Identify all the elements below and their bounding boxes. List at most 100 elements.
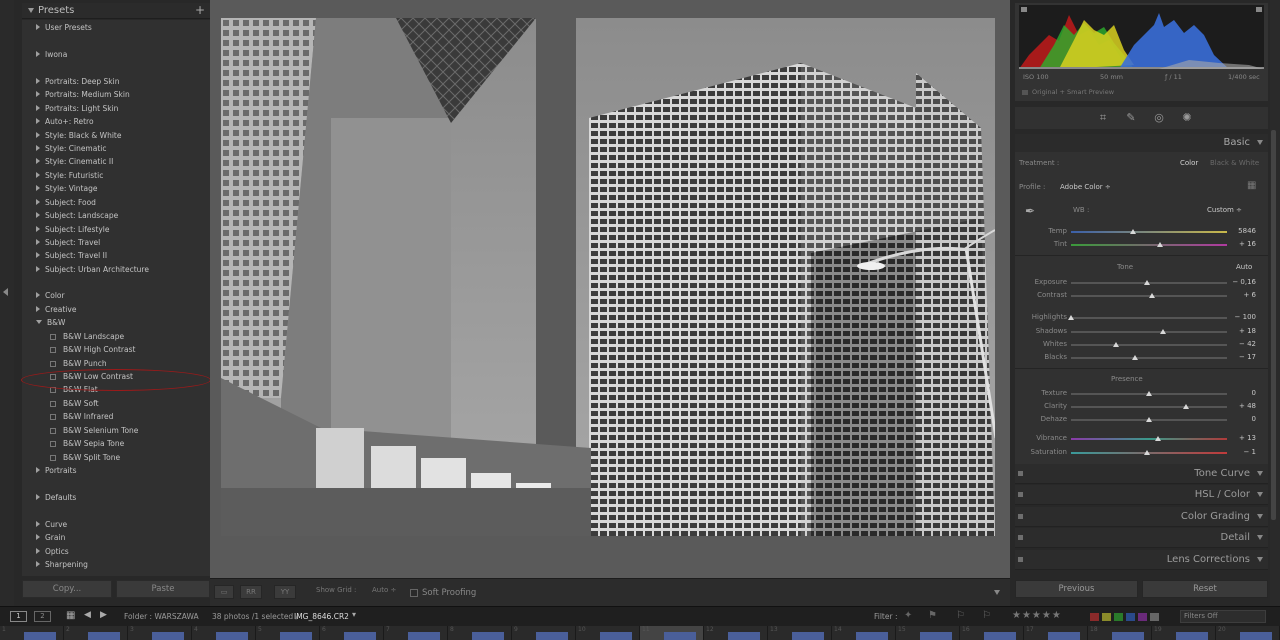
shadow-clipping-icon[interactable] — [1021, 7, 1027, 12]
collapsed-triangle-icon[interactable] — [36, 24, 40, 30]
slider-value[interactable]: 5846 — [1226, 227, 1256, 235]
slider-track[interactable] — [1071, 344, 1227, 346]
photo-preview[interactable] — [221, 18, 995, 536]
slider-value[interactable]: + 13 — [1226, 434, 1256, 442]
slider-thumb[interactable] — [1183, 404, 1190, 409]
slider-value[interactable]: − 1 — [1226, 448, 1256, 456]
color-label-blue[interactable] — [1126, 613, 1135, 621]
folder-source[interactable]: Folder : WARSZAWA — [124, 612, 199, 621]
crop-icon[interactable]: ⌗ — [1097, 112, 1109, 124]
collapsed-triangle-icon[interactable] — [36, 292, 40, 298]
filmstrip[interactable]: 1 2 3 4 5 6 7 8 9 10 11 12 13 14 15 16 17 18 19 20 — [0, 626, 1280, 640]
filmstrip-thumbnail[interactable]: 10 — [576, 626, 640, 640]
star-rating-filter[interactable]: ★★★★★ — [1012, 610, 1062, 621]
main-window-button[interactable]: 1 — [10, 611, 27, 622]
color-label-other[interactable] — [1150, 613, 1159, 621]
slider-thumb[interactable] — [1155, 436, 1162, 441]
collapsed-triangle-icon[interactable] — [36, 78, 40, 84]
previous-button[interactable]: Previous — [1015, 580, 1138, 598]
collapsed-triangle-icon[interactable] — [36, 158, 40, 164]
filmstrip-thumbnail[interactable]: 8 — [448, 626, 512, 640]
slider-track[interactable] — [1071, 244, 1227, 246]
preset-group[interactable]: Curve — [36, 519, 67, 531]
preset-group[interactable]: Subject: Lifestyle — [36, 224, 109, 236]
preset-group[interactable]: Portraits — [36, 465, 76, 477]
loupe-view-button[interactable]: ▭ — [214, 585, 234, 599]
collapsed-triangle-icon[interactable] — [36, 172, 40, 178]
filmstrip-thumbnail[interactable]: 6 — [320, 626, 384, 640]
rejected-flag-icon[interactable]: ⚐ — [982, 610, 991, 621]
forward-arrow-icon[interactable]: ▶ — [100, 610, 107, 620]
filmstrip-thumbnail[interactable]: 2 — [64, 626, 128, 640]
filmstrip-thumbnail[interactable]: 11 — [640, 626, 704, 640]
highlight-clipping-icon[interactable] — [1256, 7, 1262, 12]
preset-group[interactable]: Subject: Landscape — [36, 210, 118, 222]
copy-button[interactable]: Copy... — [22, 580, 112, 598]
slider-thumb[interactable] — [1068, 315, 1074, 320]
slider-value[interactable]: 0 — [1226, 389, 1256, 397]
slider-thumb[interactable] — [1156, 242, 1163, 247]
filmstrip-thumbnail[interactable]: 5 — [256, 626, 320, 640]
slider-value[interactable]: + 6 — [1226, 291, 1256, 299]
pick-flag-icon[interactable]: ⚑ — [928, 610, 937, 621]
collapsed-triangle-icon[interactable] — [36, 266, 40, 272]
collapse-left-arrow-icon[interactable] — [3, 288, 8, 296]
panel-collapse-triangle-icon[interactable] — [1257, 535, 1263, 540]
right-panel-scrollbar[interactable] — [1271, 130, 1276, 520]
panel-header-lens-corrections[interactable]: Lens Corrections — [1015, 550, 1268, 570]
preset-group[interactable]: Sharpening — [36, 559, 88, 571]
preset-group[interactable]: Subject: Urban Architecture — [36, 264, 149, 276]
slider-thumb[interactable] — [1160, 329, 1167, 334]
preset-group[interactable]: User Presets — [36, 22, 92, 34]
preset-group[interactable]: Subject: Travel — [36, 237, 100, 249]
filmstrip-thumbnail[interactable]: 12 — [704, 626, 768, 640]
preset-group[interactable]: Subject: Travel II — [36, 250, 107, 262]
panel-collapse-triangle-icon[interactable] — [1257, 471, 1263, 476]
secondary-window-button[interactable]: 2 — [34, 611, 51, 622]
paste-button[interactable]: Paste — [116, 580, 210, 598]
collapsed-triangle-icon[interactable] — [36, 132, 40, 138]
preset-group[interactable]: Subject: Food — [36, 197, 96, 209]
slider-value[interactable]: + 48 — [1226, 402, 1256, 410]
preset-group[interactable]: Defaults — [36, 492, 76, 504]
slider-thumb[interactable] — [1131, 355, 1138, 360]
slider-thumb[interactable] — [1130, 229, 1137, 234]
slider-thumb[interactable] — [1113, 342, 1120, 347]
filmstrip-thumbnail[interactable]: 13 — [768, 626, 832, 640]
preset-item[interactable]: B&W Landscape — [50, 331, 124, 343]
slider-track[interactable] — [1071, 438, 1227, 440]
filters-off-select[interactable]: Filters Off — [1180, 610, 1266, 623]
selected-filename[interactable]: IMG_8646.CR2 — [294, 612, 349, 621]
color-label-purple[interactable] — [1138, 613, 1147, 621]
filmstrip-thumbnail[interactable]: 9 — [512, 626, 576, 640]
collapsed-triangle-icon[interactable] — [36, 118, 40, 124]
panel-toggle-icon[interactable] — [1018, 514, 1023, 519]
preset-group[interactable]: Iwona — [36, 49, 67, 61]
presets-panel-header[interactable]: Presets + — [22, 3, 210, 19]
masking-icon[interactable]: ✺ — [1181, 112, 1193, 124]
collapsed-triangle-icon[interactable] — [36, 534, 40, 540]
preset-group[interactable]: Portraits: Light Skin — [36, 103, 118, 115]
collapsed-triangle-icon[interactable] — [36, 561, 40, 567]
preset-group[interactable]: Style: Black & White — [36, 130, 121, 142]
panel-toggle-icon[interactable] — [1018, 492, 1023, 497]
panel-collapse-triangle-icon[interactable] — [1257, 492, 1263, 497]
preset-group[interactable]: Creative — [36, 304, 76, 316]
collapsed-triangle-icon[interactable] — [36, 199, 40, 205]
healing-brush-icon[interactable]: ✎ — [1125, 112, 1137, 124]
slider-thumb[interactable] — [1144, 450, 1151, 455]
filename-chevron-icon[interactable]: ▾ — [352, 610, 356, 619]
collapsed-triangle-icon[interactable] — [36, 185, 40, 191]
collapsed-triangle-icon[interactable] — [36, 306, 40, 312]
slider-value[interactable]: − 0,16 — [1226, 278, 1256, 286]
color-label-green[interactable] — [1114, 613, 1123, 621]
basic-collapse-triangle-icon[interactable] — [1257, 140, 1263, 145]
add-preset-icon[interactable]: + — [195, 3, 205, 17]
filmstrip-thumbnail[interactable]: 18 — [1088, 626, 1152, 640]
panel-header-tone-curve[interactable]: Tone Curve — [1015, 464, 1268, 484]
slider-track[interactable] — [1071, 357, 1227, 359]
treatment-bw-option[interactable]: Black & White — [1210, 159, 1259, 167]
preset-group[interactable]: Style: Vintage — [36, 183, 97, 195]
preset-item[interactable]: B&W Soft — [50, 398, 99, 410]
before-after-button[interactable]: YY — [274, 585, 296, 599]
